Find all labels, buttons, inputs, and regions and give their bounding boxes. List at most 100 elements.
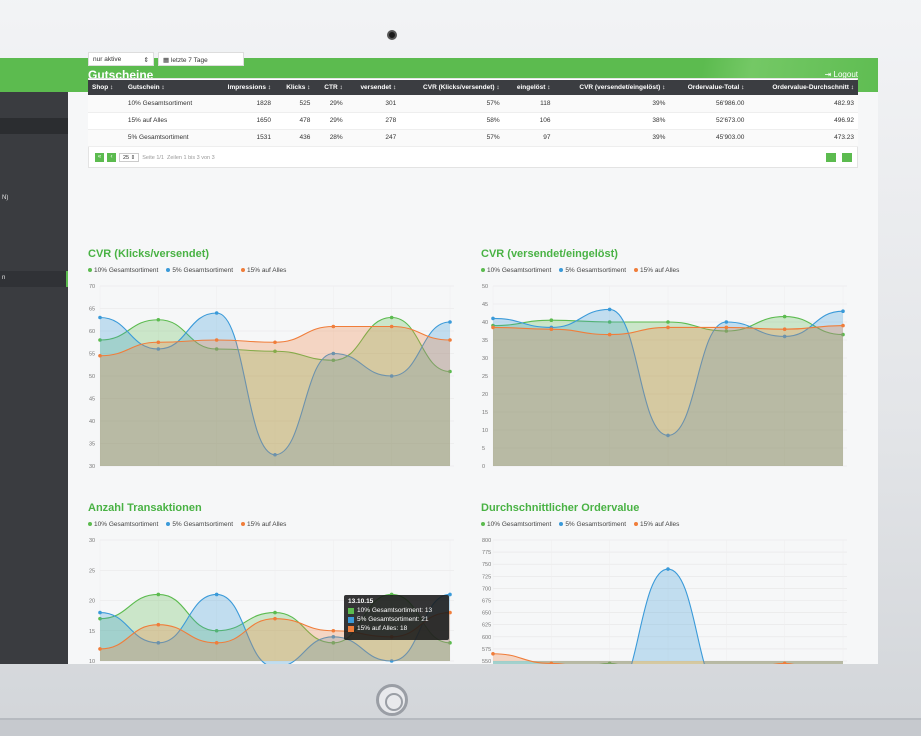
- data-point[interactable]: [214, 311, 219, 315]
- device-stage: N) n Gutscheine ⇥ Logout nur aktive ⇕ ▦ l…: [0, 0, 921, 736]
- y-tick-label: 30: [482, 356, 488, 362]
- data-point[interactable]: [782, 327, 787, 331]
- legend-item[interactable]: 5% Gesamtsortiment: [166, 267, 233, 274]
- data-point[interactable]: [98, 610, 102, 615]
- per-page-select[interactable]: 25 ⇕: [119, 153, 140, 162]
- y-tick-label: 575: [482, 647, 491, 653]
- legend-item[interactable]: 5% Gesamtsortiment: [559, 521, 626, 528]
- table-cell: 45'903.00: [669, 129, 749, 147]
- column-header[interactable]: versendet ↕: [346, 80, 401, 95]
- y-tick-label: 800: [482, 538, 491, 544]
- legend-item[interactable]: 10% Gesamtsortiment: [88, 521, 158, 528]
- data-point[interactable]: [841, 323, 845, 328]
- chart-title: CVR (versendet/eingelöst): [481, 248, 618, 260]
- y-tick-label: 600: [482, 635, 491, 641]
- period-select[interactable]: ▦ letzte 7 Tage: [158, 52, 244, 66]
- data-point[interactable]: [156, 592, 161, 597]
- y-tick-label: 20: [482, 392, 488, 398]
- column-header[interactable]: CVR (versendet/eingelöst) ↕: [554, 80, 670, 95]
- data-point[interactable]: [666, 320, 670, 324]
- data-point[interactable]: [491, 651, 495, 656]
- data-point[interactable]: [214, 641, 219, 645]
- column-header[interactable]: Shop ↕: [88, 80, 124, 95]
- sidebar-item[interactable]: N): [0, 191, 68, 207]
- column-header[interactable]: CVR (Klicks/versendet) ↕: [400, 80, 504, 95]
- column-header[interactable]: Gutschein ↕: [123, 80, 213, 95]
- data-point[interactable]: [214, 338, 219, 342]
- data-point[interactable]: [724, 320, 729, 324]
- data-point[interactable]: [273, 665, 277, 669]
- y-tick-label: 60: [89, 329, 95, 335]
- data-point[interactable]: [214, 592, 219, 597]
- legend-item[interactable]: 15% auf Alles: [241, 267, 286, 274]
- y-tick-label: 20: [89, 599, 95, 605]
- column-header[interactable]: CTR ↕: [314, 80, 347, 95]
- column-header[interactable]: eingelöst ↕: [503, 80, 555, 95]
- data-point[interactable]: [491, 325, 495, 330]
- table-cell: 39%: [554, 129, 670, 147]
- y-tick-label: 25: [89, 568, 95, 574]
- table-row[interactable]: 15% auf Alles 1650 478 29% 278 58% 106 38% 52'67…: [88, 112, 858, 130]
- chart-tooltip: 13.10.15 10% Gesamtsortiment: 13 5% Gesa…: [344, 595, 449, 640]
- tooltip-swatch: [348, 616, 354, 623]
- legend-dot-icon: [559, 268, 564, 273]
- prev-page-button[interactable]: ‹: [107, 153, 116, 162]
- table-row[interactable]: 5% Gesamtsortiment 1531 436 28% 247 57% 97 39% 4…: [88, 129, 858, 147]
- data-point[interactable]: [156, 340, 161, 345]
- data-point[interactable]: [607, 307, 612, 312]
- data-point[interactable]: [608, 674, 612, 678]
- last-page-button[interactable]: [842, 153, 852, 162]
- data-point[interactable]: [666, 567, 670, 571]
- column-header[interactable]: Impressions ↕: [212, 80, 276, 95]
- legend-item[interactable]: 5% Gesamtsortiment: [166, 521, 233, 528]
- table-cell: 247: [346, 129, 401, 147]
- legend-item[interactable]: 10% Gesamtsortiment: [88, 267, 158, 274]
- data-point[interactable]: [549, 661, 554, 666]
- data-point[interactable]: [273, 616, 277, 621]
- data-point[interactable]: [448, 338, 452, 342]
- data-point[interactable]: [98, 647, 102, 651]
- data-point[interactable]: [98, 353, 102, 358]
- data-point[interactable]: [273, 610, 277, 615]
- legend-item[interactable]: 10% Gesamtsortiment: [481, 267, 551, 274]
- legend-item[interactable]: 15% auf Alles: [634, 521, 679, 528]
- calendar-icon: ▦: [163, 57, 171, 64]
- legend-item[interactable]: 10% Gesamtsortiment: [481, 521, 551, 528]
- data-point[interactable]: [448, 320, 452, 324]
- data-point[interactable]: [389, 315, 394, 320]
- sidebar-item-current[interactable]: n: [0, 271, 68, 287]
- data-point[interactable]: [331, 628, 336, 633]
- data-point[interactable]: [549, 318, 554, 322]
- data-point[interactable]: [273, 340, 277, 345]
- legend-item[interactable]: 15% auf Alles: [634, 267, 679, 274]
- data-point[interactable]: [491, 316, 495, 321]
- data-point[interactable]: [725, 679, 729, 683]
- legend-item[interactable]: 5% Gesamtsortiment: [559, 267, 626, 274]
- data-point[interactable]: [782, 314, 787, 319]
- sidebar-item-active[interactable]: [0, 118, 68, 134]
- data-point[interactable]: [841, 309, 845, 313]
- table-row[interactable]: 10% Gesamtsortiment 1828 525 29% 301 57% 118 39…: [88, 95, 858, 113]
- data-point[interactable]: [607, 332, 612, 337]
- x-tick-label: 11.10.15: [716, 471, 737, 477]
- first-page-button[interactable]: «: [95, 153, 104, 162]
- next-page-button[interactable]: [826, 153, 836, 162]
- column-header[interactable]: Klicks ↕: [275, 80, 315, 95]
- data-point[interactable]: [724, 325, 729, 330]
- x-tick-label: 07.10.15: [89, 471, 110, 477]
- data-point[interactable]: [549, 327, 554, 331]
- data-point[interactable]: [389, 324, 394, 329]
- data-point[interactable]: [156, 317, 161, 322]
- status-select[interactable]: nur aktive ⇕: [88, 52, 154, 66]
- x-tick-label: 11.10.15: [323, 471, 344, 477]
- column-header[interactable]: Ordervalue-Durchschnitt ↕: [748, 80, 858, 95]
- data-point[interactable]: [98, 315, 102, 320]
- data-point[interactable]: [782, 661, 787, 666]
- chart-title: Durchschnittlicher Ordervalue: [481, 502, 640, 514]
- x-tick-label: 09.10.15: [599, 471, 620, 477]
- data-point[interactable]: [666, 325, 670, 330]
- column-header[interactable]: Ordervalue-Total ↕: [669, 80, 749, 95]
- legend-item[interactable]: 15% auf Alles: [241, 521, 286, 528]
- data-point[interactable]: [156, 622, 161, 627]
- data-point[interactable]: [331, 324, 336, 329]
